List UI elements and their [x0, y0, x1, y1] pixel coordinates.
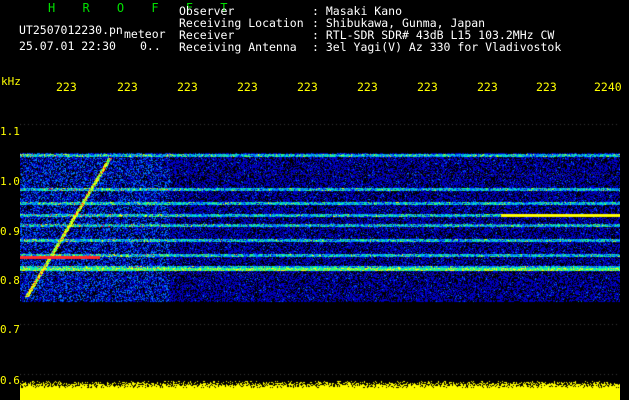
y-tick: 0.9	[0, 225, 20, 238]
metadata-values: : Masaki Kano : Shibukawa, Gunma, Japan …	[312, 5, 561, 53]
y-tick: 1.1	[0, 125, 20, 138]
x-tick: 223	[117, 80, 138, 94]
x-tick: 223	[237, 80, 258, 94]
y-axis-unit: kHz	[1, 75, 21, 88]
spectrogram-canvas	[20, 97, 620, 400]
y-tick: 0.8	[0, 274, 20, 287]
antenna-value: : 3el Yagi(V) Az 330 for Vladivostok	[312, 40, 562, 54]
x-tick: 2240	[594, 80, 622, 94]
x-tick: 223	[56, 80, 77, 94]
datetime-label: 25.07.01 22:30	[19, 39, 116, 53]
y-tick: 0.6	[0, 374, 20, 387]
x-tick: 223	[177, 80, 198, 94]
antenna-label: Receiving Antenna	[179, 40, 297, 54]
y-tick: 0.7	[0, 323, 20, 336]
x-tick: 223	[357, 80, 378, 94]
x-tick: 223	[417, 80, 438, 94]
metadata-labels: Observer Receiving Location Receiver Rec…	[179, 5, 304, 53]
y-tick: 1.0	[0, 175, 20, 188]
x-tick: 223	[297, 80, 318, 94]
x-tick: 223	[536, 80, 557, 94]
state-label: 0..	[140, 39, 161, 53]
file-name: UT2507012230.pn	[19, 23, 123, 37]
x-tick: 223	[477, 80, 498, 94]
